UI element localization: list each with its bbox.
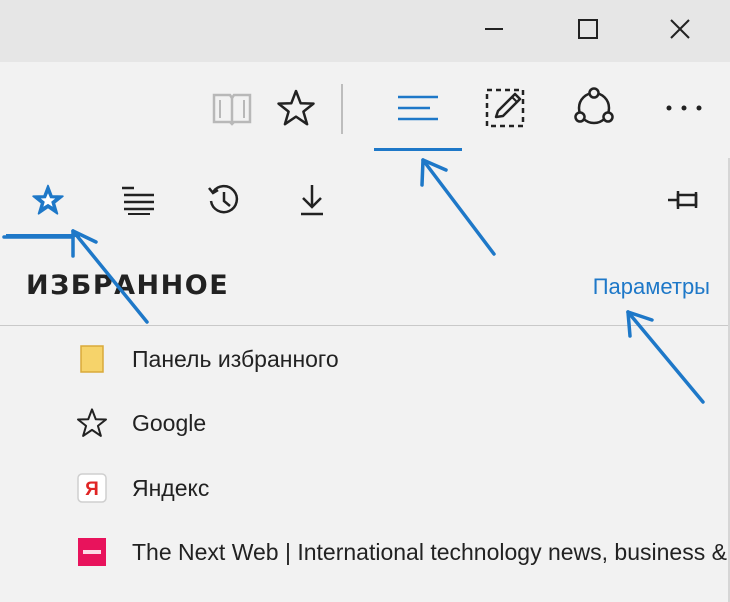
tnw-icon bbox=[76, 536, 108, 568]
pin-button[interactable] bbox=[656, 176, 712, 224]
tab-favorites[interactable] bbox=[20, 176, 76, 224]
hamburger-lines-icon bbox=[398, 95, 438, 121]
list-item[interactable]: The Next Web | International technology … bbox=[0, 525, 728, 579]
list-item-label: Яндекс bbox=[132, 474, 210, 501]
more-button[interactable] bbox=[656, 80, 712, 136]
web-note-button[interactable] bbox=[477, 80, 533, 136]
maximize-icon bbox=[578, 19, 598, 39]
hub-button[interactable] bbox=[390, 80, 446, 136]
divider bbox=[0, 325, 728, 326]
reading-list-icon bbox=[122, 186, 154, 215]
browser-toolbar bbox=[0, 62, 730, 158]
title-bar bbox=[0, 0, 730, 62]
ellipsis-icon bbox=[666, 105, 702, 111]
pin-icon bbox=[668, 191, 698, 209]
close-button[interactable] bbox=[657, 6, 703, 52]
toolbar-separator bbox=[341, 84, 343, 134]
add-to-favorites-button[interactable] bbox=[268, 80, 324, 136]
book-icon bbox=[212, 93, 252, 126]
pen-frame-icon bbox=[485, 88, 525, 128]
list-item[interactable]: Панель избранного bbox=[0, 332, 728, 386]
page-title: ИЗБРАННОЕ bbox=[26, 270, 230, 301]
download-icon bbox=[301, 185, 323, 216]
list-item[interactable]: Я Яндекс bbox=[0, 461, 728, 515]
favorites-active-indicator bbox=[6, 234, 80, 237]
folder-icon bbox=[76, 343, 108, 375]
hub-active-indicator bbox=[374, 148, 462, 151]
yandex-icon: Я bbox=[76, 472, 108, 504]
share-nodes-icon bbox=[574, 87, 614, 125]
list-item[interactable]: Google bbox=[0, 396, 728, 450]
tab-history[interactable] bbox=[196, 176, 252, 224]
list-item-label: The Next Web | International technology … bbox=[132, 538, 728, 565]
tab-reading-list[interactable] bbox=[110, 176, 166, 224]
history-icon bbox=[208, 184, 239, 214]
star-outline-icon bbox=[76, 407, 108, 439]
star-filled-icon bbox=[32, 184, 64, 215]
close-icon bbox=[670, 19, 690, 39]
list-item-label: Панель избранного bbox=[132, 345, 339, 372]
minimize-button[interactable] bbox=[471, 6, 517, 52]
settings-link[interactable]: Параметры bbox=[593, 274, 710, 300]
minimize-icon bbox=[485, 28, 503, 30]
share-button[interactable] bbox=[566, 80, 622, 136]
list-item-label: Google bbox=[132, 409, 207, 436]
star-outline-icon bbox=[277, 89, 315, 126]
maximize-button[interactable] bbox=[565, 6, 611, 52]
hub-panel: ИЗБРАННОЕ Параметры Панель избранного Go… bbox=[0, 158, 730, 602]
tab-downloads[interactable] bbox=[284, 176, 340, 224]
reading-view-button[interactable] bbox=[204, 80, 260, 136]
yandex-icon-letter: Я bbox=[85, 479, 99, 500]
